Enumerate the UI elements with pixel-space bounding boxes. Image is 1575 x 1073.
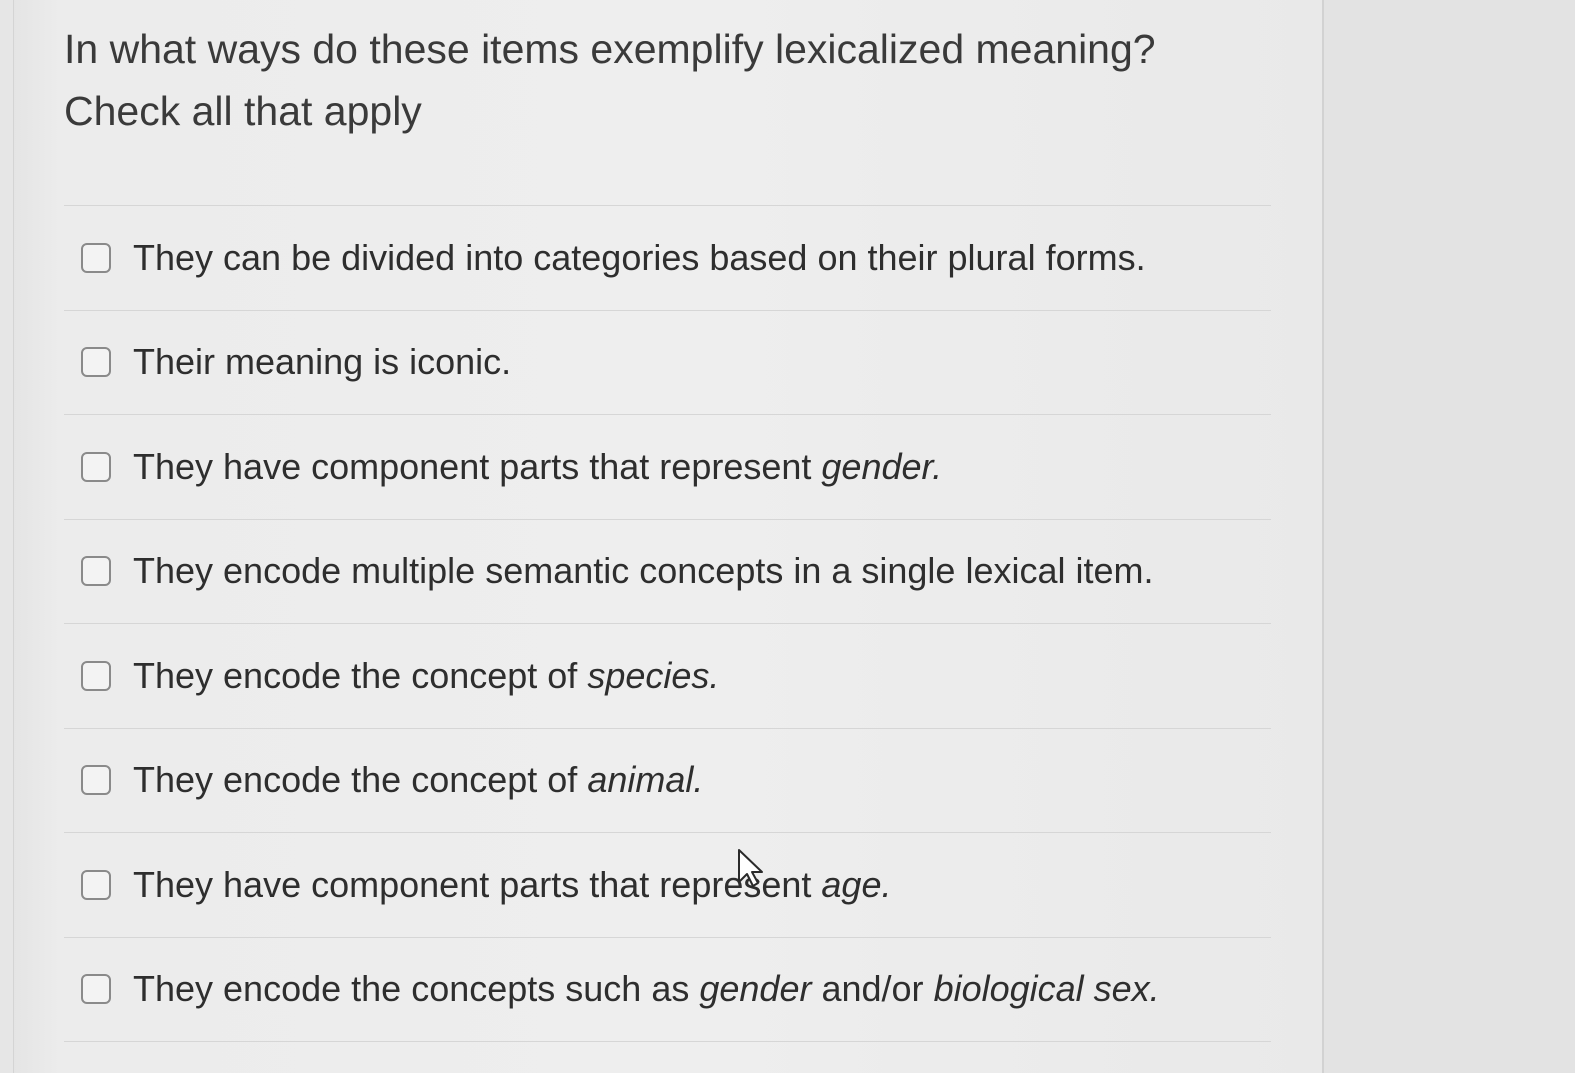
option-label: They encode the concepts such as gender … — [133, 968, 1160, 1010]
option-label: They encode the concept of species. — [133, 655, 719, 697]
checkbox-icon[interactable] — [81, 347, 111, 378]
option-label: They have component parts that represent… — [133, 446, 942, 488]
right-side-panel — [1322, 0, 1575, 1073]
quiz-page: In what ways do these items exemplify le… — [0, 0, 1575, 1073]
option-label-text: They encode multiple semantic concepts i… — [133, 550, 1154, 592]
question-instruction: Check all that apply — [64, 88, 422, 134]
option-label-text: and/or — [811, 968, 934, 1010]
option-label-italic: gender — [699, 968, 812, 1010]
answer-option-8[interactable]: They encode the concepts such as gender … — [64, 938, 1271, 1042]
checkbox-icon[interactable] — [81, 242, 111, 273]
option-label: They have component parts that represent… — [133, 864, 891, 906]
option-label-italic: gender. — [821, 445, 943, 487]
answer-option-3[interactable]: They have component parts that represent… — [64, 415, 1271, 520]
answer-option-4[interactable]: They encode multiple semantic concepts i… — [64, 520, 1271, 624]
option-label-italic: age. — [821, 863, 892, 905]
checkbox-icon[interactable] — [81, 556, 111, 587]
option-label: They encode the concept of animal. — [133, 759, 703, 801]
checkbox-icon[interactable] — [81, 451, 111, 482]
answer-option-5[interactable]: They encode the concept of species. — [64, 624, 1271, 729]
answer-option-2[interactable]: Their meaning is iconic. — [64, 311, 1271, 415]
option-label-text: Their meaning is iconic. — [133, 341, 512, 383]
option-label-italic: animal. — [587, 759, 704, 801]
option-label-text: They encode the concept of — [133, 654, 588, 696]
option-label-italic: biological sex. — [933, 968, 1160, 1010]
option-label-text: They encode the concepts such as — [133, 968, 700, 1010]
checkbox-icon[interactable] — [81, 765, 111, 796]
option-label-text: They have component parts that represent — [133, 445, 822, 487]
answer-option-6[interactable]: They encode the concept of animal. — [64, 729, 1271, 833]
option-label: They encode multiple semantic concepts i… — [133, 550, 1154, 592]
answer-option-1[interactable]: They can be divided into categories base… — [64, 206, 1271, 311]
answer-options-list: They can be divided into categories base… — [64, 205, 1271, 1042]
left-border — [0, 0, 14, 1073]
mouse-pointer-icon — [738, 849, 763, 887]
checkbox-icon[interactable] — [81, 974, 111, 1005]
checkbox-icon[interactable] — [81, 660, 111, 691]
option-label-text: They encode the concept of — [133, 759, 588, 801]
option-label: Their meaning is iconic. — [133, 341, 511, 383]
option-label-italic: species. — [587, 654, 720, 696]
checkbox-icon[interactable] — [81, 869, 111, 900]
option-label-text: They can be divided into categories base… — [133, 236, 1146, 278]
answer-option-7[interactable]: They have component parts that represent… — [64, 833, 1271, 938]
question-prompt: In what ways do these items exemplify le… — [64, 18, 1264, 142]
option-label: They can be divided into categories base… — [133, 237, 1146, 279]
option-label-text: They have component parts that represent — [133, 863, 822, 905]
question-text: In what ways do these items exemplify le… — [64, 26, 1156, 72]
